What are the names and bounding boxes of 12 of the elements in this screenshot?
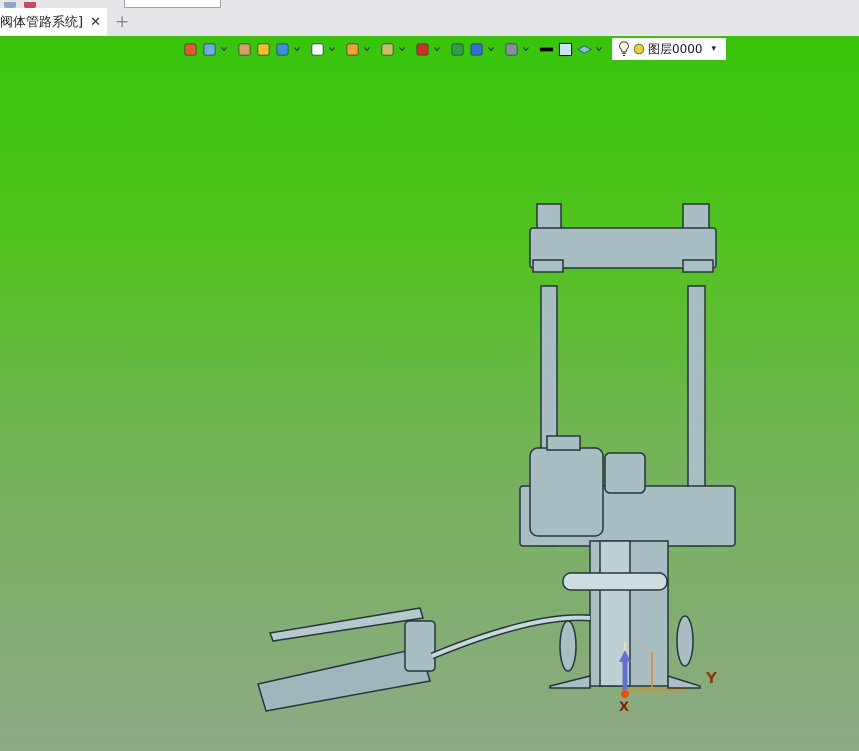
y-axis-label: Y	[706, 669, 717, 687]
layer-dropdown[interactable]: 图层0000 ▾	[612, 38, 726, 60]
x-axis-label: X	[619, 700, 630, 715]
tab-title: 阀体管路系统]	[0, 14, 84, 31]
3d-viewport[interactable]: 图层0000 ▾ Y X	[0, 36, 859, 751]
close-button[interactable]: ✕	[90, 14, 101, 30]
document-tab[interactable]: 阀体管路系统] ✕	[0, 8, 107, 36]
circle-icon	[633, 41, 645, 57]
lightbulb-icon	[618, 41, 630, 57]
axis-triad-drawing	[618, 641, 686, 699]
color-swatch-icon[interactable]	[558, 42, 573, 56]
mode-field[interactable]	[124, 0, 221, 8]
